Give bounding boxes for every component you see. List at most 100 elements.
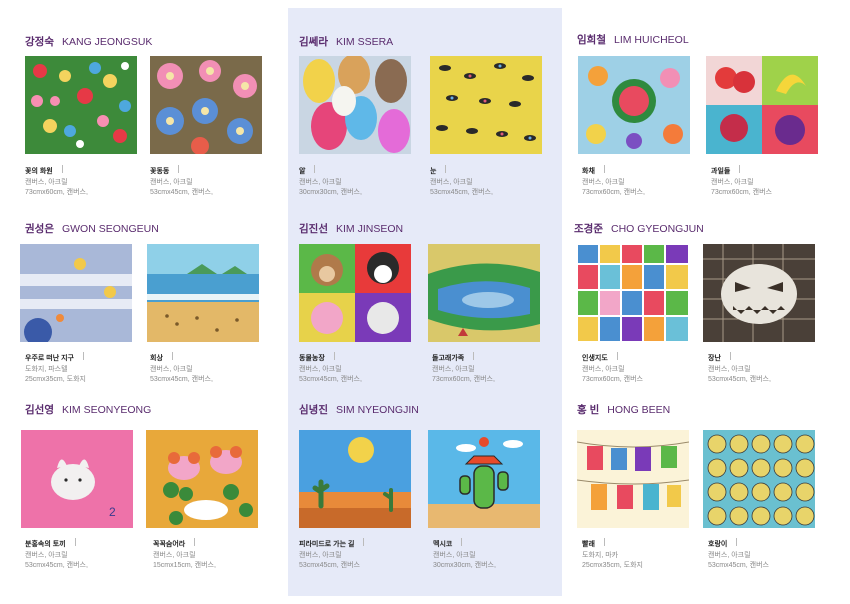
artwork-caption: 장난 캔버스, 아크릴 53cmx45cm, 캔버스, <box>708 347 826 385</box>
artist-name-ko: 홍 빈 <box>577 404 600 416</box>
artwork-title: 꽃동동 <box>150 168 170 175</box>
artist-name-en: KIM JINSEON <box>335 223 404 235</box>
artwork-title: 과일들 <box>711 168 731 175</box>
artwork-image[interactable] <box>578 56 690 154</box>
artwork-caption: 호랑이 캔버스, 아크릴 53cmx45cm, 캔버스 <box>708 533 826 571</box>
artwork-caption: 돌고래가족 캔버스, 아크릴 73cmx60cm, 캔버스, <box>432 347 550 385</box>
artist-name: 김진선 KIM JINSEON <box>299 221 403 236</box>
artwork-medium: 캔버스, 아크릴 <box>708 552 751 559</box>
artwork-size: 53cmx45cm, 캔버스, <box>150 376 213 383</box>
artwork-title: 빨래 <box>582 541 595 548</box>
artist-name-en: CHO GYEONGJUN <box>610 223 704 235</box>
artwork-medium: 캔버스, 아크릴 <box>430 179 473 186</box>
artwork-image[interactable] <box>577 244 689 342</box>
artist-name-ko: 조경준 <box>574 223 603 235</box>
artwork-image[interactable] <box>146 430 258 528</box>
artwork-size: 15cmx15cm, 캔버스, <box>153 562 216 569</box>
artwork-image[interactable] <box>299 430 411 528</box>
artwork-image[interactable] <box>430 56 542 154</box>
artwork-image[interactable] <box>428 430 540 528</box>
artwork-caption: 꽃동동 캔버스, 아크릴 53cmx45cm, 캔버스, <box>150 160 268 198</box>
artwork-size: 53cmx45cm, 캔버스, <box>708 376 771 383</box>
artwork-caption: 알 캔버스, 아크릴 30cmx30cm, 캔버스, <box>299 160 417 198</box>
artist-name-ko: 강정숙 <box>25 36 54 48</box>
artwork-size: 53cmx45cm, 캔버스, <box>430 189 493 196</box>
artist-name-en: KANG JEONGSUK <box>61 36 153 48</box>
artwork-image[interactable] <box>577 430 689 528</box>
artist-name: 김쎄라 KIM SSERA <box>299 34 393 49</box>
artist-name: 홍 빈 HONG BEEN <box>577 402 670 417</box>
artwork-medium: 캔버스, 아크릴 <box>299 552 342 559</box>
artwork-medium: 캔버스, 아크릴 <box>711 179 754 186</box>
artwork-title: 알 <box>299 168 306 175</box>
artwork-size: 53cmx45cm, 캔버스 <box>708 562 769 569</box>
artwork-image[interactable] <box>706 56 818 154</box>
artwork-size: 30cmx30cm, 캔버스, <box>299 189 362 196</box>
artwork-image[interactable] <box>20 244 132 342</box>
artwork-caption: 인생지도 캔버스, 아크릴 73cmx60cm, 캔버스 <box>582 347 700 385</box>
artwork-title: 장난 <box>708 355 721 362</box>
artwork-caption: 동물농장 캔버스, 아크릴 53cmx45cm, 캔버스, <box>299 347 417 385</box>
artwork-caption: 회상 캔버스, 아크릴 53cmx45cm, 캔버스, <box>150 347 268 385</box>
artwork-image[interactable]: 2 <box>21 430 133 528</box>
artist-name: 강정숙 KANG JEONGSUK <box>25 34 152 49</box>
artwork-image[interactable] <box>703 244 815 342</box>
artwork-image[interactable] <box>147 244 259 342</box>
artwork-caption: 피라미드로 가는 길 캔버스, 아크릴 53cmx45cm, 캔버스 <box>299 533 417 571</box>
artist-name: 김선영 KIM SEONYEONG <box>25 402 151 417</box>
artwork-medium: 캔버스, 아크릴 <box>150 366 193 373</box>
artwork-title: 멕시코 <box>433 541 453 548</box>
artist-name-ko: 임희철 <box>577 34 606 46</box>
artist-name: 권성은 GWON SEONGEUN <box>25 221 159 236</box>
artwork-image[interactable] <box>25 56 137 154</box>
artwork-size: 73cmx60cm, 캔버스, <box>432 376 495 383</box>
artwork-image[interactable] <box>299 244 411 342</box>
artwork-title: 피라미드로 가는 길 <box>299 541 355 548</box>
artwork-image[interactable] <box>299 56 411 154</box>
artwork-medium: 캔버스, 아크릴 <box>150 179 193 186</box>
artwork-medium: 캔버스, 아크릴 <box>582 179 625 186</box>
artwork-size: 73cmx60cm, 캔버스 <box>711 189 772 196</box>
artwork-size: 25cmx35cm, 도화지 <box>582 562 643 569</box>
artwork-size: 73cmx60cm, 캔버스 <box>582 376 643 383</box>
svg-text:2: 2 <box>109 505 116 519</box>
artwork-title: 동물농장 <box>299 355 325 362</box>
artwork-title: 꼭꼭숨어라 <box>153 541 186 548</box>
artwork-image[interactable] <box>150 56 262 154</box>
artwork-caption: 빨래 도화지, 마카 25cmx35cm, 도화지 <box>582 533 700 571</box>
artwork-size: 25cmx35cm, 도화지 <box>25 376 86 383</box>
artwork-medium: 캔버스, 아크릴 <box>25 179 68 186</box>
artwork-title: 화채 <box>582 168 595 175</box>
artwork-size: 73cmx60cm, 캔버스, <box>582 189 645 196</box>
artwork-size: 53cmx45cm, 캔버스, <box>25 562 88 569</box>
artwork-medium: 도화지, 파스텔 <box>25 366 68 373</box>
artwork-caption: 꽃의 화원 캔버스, 아크릴 73cmx60cm, 캔버스, <box>25 160 143 198</box>
artwork-title: 인생지도 <box>582 355 608 362</box>
artwork-title: 호랑이 <box>708 541 728 548</box>
artist-name-en: GWON SEONGEUN <box>61 223 159 235</box>
artwork-medium: 캔버스, 아크릴 <box>299 179 342 186</box>
artwork-image[interactable] <box>428 244 540 342</box>
artwork-caption: 분홍속의 토끼 캔버스, 아크릴 53cmx45cm, 캔버스, <box>25 533 143 571</box>
artwork-title: 돌고래가족 <box>432 355 465 362</box>
artwork-caption: 눈 캔버스, 아크릴 53cmx45cm, 캔버스, <box>430 160 548 198</box>
artwork-medium: 캔버스, 아크릴 <box>432 366 475 373</box>
artwork-medium: 캔버스, 아크릴 <box>299 366 342 373</box>
artwork-image[interactable] <box>703 430 815 528</box>
artwork-title: 우주로 떠난 지구 <box>25 355 74 362</box>
artwork-title: 분홍속의 토끼 <box>25 541 66 548</box>
artwork-size: 53cmx45cm, 캔버스 <box>299 562 360 569</box>
artist-name: 심녕진 SIM NYEONGJIN <box>299 402 419 417</box>
artwork-caption: 우주로 떠난 지구 도화지, 파스텔 25cmx35cm, 도화지 <box>25 347 143 385</box>
artist-name-en: KIM SEONYEONG <box>61 404 152 416</box>
artist-name-en: SIM NYEONGJIN <box>335 404 419 416</box>
artwork-size: 53cmx45cm, 캔버스, <box>150 189 213 196</box>
artwork-size: 73cmx60cm, 캔버스, <box>25 189 88 196</box>
artist-name-ko: 권성은 <box>25 223 54 235</box>
artist-name-ko: 김쎄라 <box>299 36 328 48</box>
artist-name-ko: 심녕진 <box>299 404 328 416</box>
artist-name-en: KIM SSERA <box>335 36 394 48</box>
artist-name-en: HONG BEEN <box>607 404 671 416</box>
artwork-medium: 캔버스, 아크릴 <box>708 366 751 373</box>
artist-name: 조경준 CHO GYEONGJUN <box>574 221 704 236</box>
